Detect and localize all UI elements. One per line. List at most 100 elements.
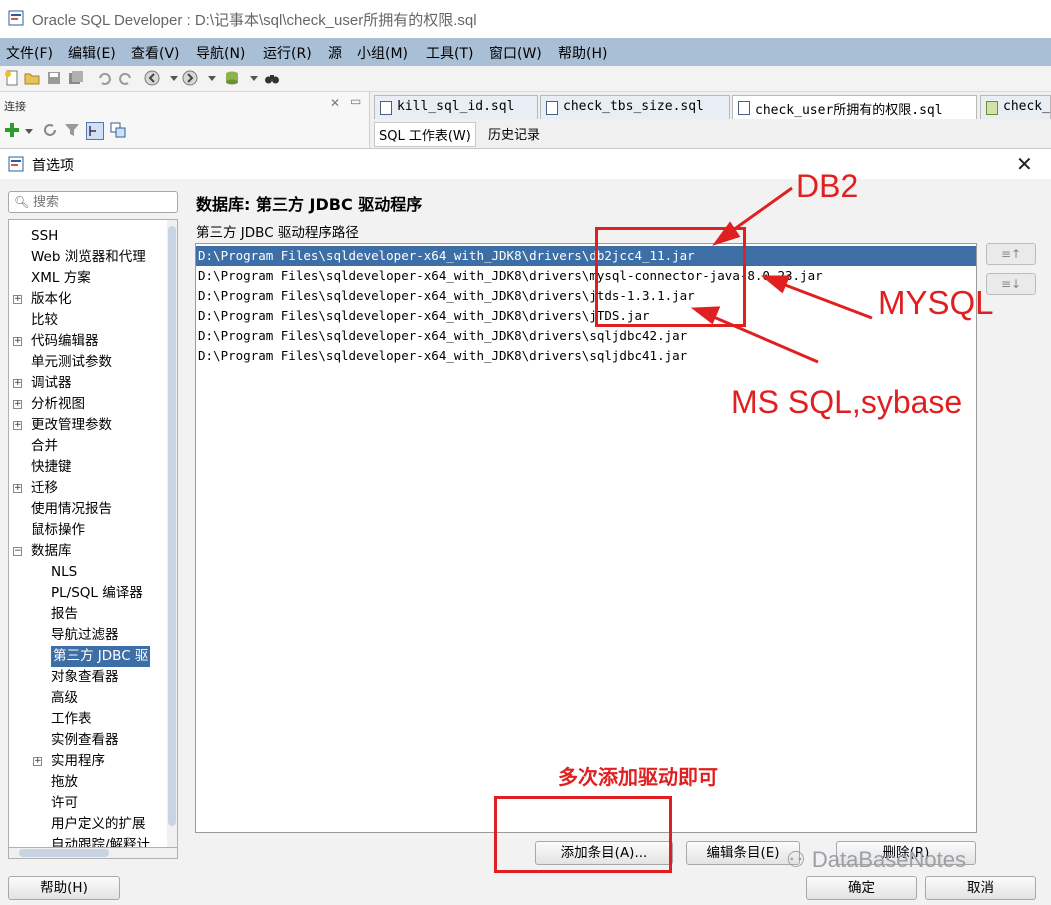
- help-button[interactable]: 帮助(H): [8, 876, 120, 900]
- driver-path-row[interactable]: D:\Program Files\sqldeveloper-x64_with_J…: [196, 286, 976, 306]
- menu-tools[interactable]: 工具(T): [426, 43, 473, 63]
- tree-item[interactable]: 工作表: [51, 709, 92, 730]
- ok-button[interactable]: 确定: [806, 876, 917, 900]
- highlight-box-add-button: [494, 796, 672, 873]
- tree-item[interactable]: 合并: [31, 436, 58, 457]
- expand-icon[interactable]: +: [13, 379, 22, 388]
- sql-developer-icon: [8, 10, 24, 26]
- expand-icon[interactable]: +: [13, 400, 22, 409]
- tree-item[interactable]: 实用程序: [51, 751, 105, 772]
- tree-item[interactable]: 代码编辑器: [31, 331, 99, 352]
- minimize-icon[interactable]: ✕: [330, 96, 340, 110]
- tree-item[interactable]: 用户定义的扩展: [51, 814, 146, 835]
- refresh-icon[interactable]: [42, 122, 58, 138]
- driver-path-row[interactable]: D:\Program Files\sqldeveloper-x64_with_J…: [196, 346, 976, 366]
- tree-item[interactable]: 导航过滤器: [51, 625, 119, 646]
- tree-item[interactable]: 更改管理参数: [31, 415, 112, 436]
- driver-path-list[interactable]: D:\Program Files\sqldeveloper-x64_with_J…: [195, 243, 977, 833]
- tree-item[interactable]: 高级: [51, 688, 78, 709]
- menu-window[interactable]: 窗口(W): [489, 43, 542, 63]
- tree-item[interactable]: 拖放: [51, 772, 78, 793]
- menu-edit[interactable]: 编辑(E): [68, 43, 116, 63]
- search-input[interactable]: [33, 194, 173, 210]
- binoculars-icon[interactable]: [264, 70, 280, 86]
- tree-item[interactable]: NLS: [51, 562, 77, 583]
- tree-horizontal-scrollbar[interactable]: [8, 847, 178, 859]
- collapse-icon[interactable]: −: [13, 547, 22, 556]
- tree-item[interactable]: 数据库: [31, 541, 72, 562]
- save-all-icon[interactable]: [68, 70, 84, 86]
- tree-item[interactable]: 调试器: [31, 373, 72, 394]
- tns-icon[interactable]: [110, 122, 126, 138]
- menu-source[interactable]: 源: [328, 43, 342, 63]
- forward-icon[interactable]: [182, 70, 198, 86]
- menu-view[interactable]: 查看(V): [131, 43, 180, 63]
- tree-item[interactable]: 快捷键: [31, 457, 72, 478]
- expand-icon[interactable]: +: [13, 295, 22, 304]
- tree-item[interactable]: 报告: [51, 604, 78, 625]
- menu-navigate[interactable]: 导航(N): [196, 43, 245, 63]
- preferences-search[interactable]: 🔍︎: [8, 191, 178, 213]
- dropdown-arrow-icon[interactable]: [204, 70, 220, 86]
- section-title: 数据库: 第三方 JDBC 驱动程序: [196, 195, 423, 214]
- edit-entry-button[interactable]: 编辑条目(E): [686, 841, 800, 865]
- dropdown-arrow-icon[interactable]: [24, 126, 34, 136]
- scrollbar-thumb[interactable]: [19, 849, 109, 857]
- tab-check-user-privileges[interactable]: check_user所拥有的权限.sql: [732, 95, 977, 119]
- sql-worksheet-icon[interactable]: [224, 70, 240, 86]
- annotation-mssql: MS SQL,sybase: [731, 384, 963, 420]
- filter-icon[interactable]: [64, 122, 80, 138]
- cancel-button[interactable]: 取消: [925, 876, 1036, 900]
- tree-item[interactable]: 使用情况报告: [31, 499, 112, 520]
- maximize-icon[interactable]: ▭: [350, 94, 361, 108]
- redo-icon[interactable]: [118, 70, 134, 86]
- add-connection-icon[interactable]: [4, 122, 20, 138]
- tree-item[interactable]: 版本化: [31, 289, 72, 310]
- tab-check-overflow[interactable]: check_: [980, 95, 1051, 119]
- expand-icon[interactable]: +: [33, 757, 42, 766]
- driver-path-row[interactable]: D:\Program Files\sqldeveloper-x64_with_J…: [196, 326, 976, 346]
- undo-icon[interactable]: [96, 70, 112, 86]
- open-folder-icon[interactable]: [24, 70, 40, 86]
- menu-file[interactable]: 文件(F): [6, 43, 53, 63]
- tree-item[interactable]: 鼠标操作: [31, 520, 85, 541]
- close-icon[interactable]: ✕: [1016, 152, 1033, 176]
- subtab-history[interactable]: 历史记录: [484, 122, 544, 145]
- dropdown-arrow-icon[interactable]: [166, 70, 182, 86]
- tree-item[interactable]: 第三方 JDBC 驱: [51, 646, 151, 667]
- dropdown-arrow-icon[interactable]: [246, 70, 262, 86]
- driver-path-row[interactable]: D:\Program Files\sqldeveloper-x64_with_J…: [196, 266, 976, 286]
- tab-kill-sql-id[interactable]: kill_sql_id.sql: [374, 95, 538, 119]
- expand-icon[interactable]: +: [13, 421, 22, 430]
- tree-item[interactable]: XML 方案: [31, 268, 91, 289]
- expand-icon[interactable]: +: [13, 484, 22, 493]
- save-icon[interactable]: [46, 70, 62, 86]
- expand-icon[interactable]: +: [13, 337, 22, 346]
- scrollbar-thumb[interactable]: [168, 226, 176, 826]
- tree-item[interactable]: SSH: [31, 226, 58, 247]
- tree-item[interactable]: 单元测试参数: [31, 352, 112, 373]
- menu-bar: 文件(F) 编辑(E) 查看(V) 导航(N) 运行(R) 源 小组(M) 工具…: [0, 38, 1051, 66]
- driver-path-row[interactable]: D:\Program Files\sqldeveloper-x64_with_J…: [196, 306, 976, 326]
- subtab-sql-worksheet[interactable]: SQL 工作表(W): [374, 122, 476, 147]
- tree-item[interactable]: 许可: [51, 793, 78, 814]
- tab-check-tbs-size[interactable]: check_tbs_size.sql: [540, 95, 730, 119]
- menu-help[interactable]: 帮助(H): [558, 43, 607, 63]
- menu-run[interactable]: 运行(R): [263, 43, 312, 63]
- tree-item[interactable]: Web 浏览器和代理: [31, 247, 146, 268]
- tree-scrollbar[interactable]: [167, 220, 177, 856]
- tree-item[interactable]: PL/SQL 编译器: [51, 583, 143, 604]
- tree-item[interactable]: 比较: [31, 310, 58, 331]
- menu-team[interactable]: 小组(M): [357, 43, 408, 63]
- tree-item[interactable]: 迁移: [31, 478, 58, 499]
- tree-item[interactable]: 对象查看器: [51, 667, 119, 688]
- tab-label: check_user所拥有的权限.sql: [755, 103, 943, 118]
- tree-item[interactable]: 分析视图: [31, 394, 85, 415]
- tree-item[interactable]: 实例查看器: [51, 730, 119, 751]
- driver-path-row[interactable]: D:\Program Files\sqldeveloper-x64_with_J…: [196, 246, 976, 266]
- schema-browser-icon[interactable]: [86, 122, 104, 140]
- dialog-title-bar: 首选项 ✕: [0, 149, 1051, 179]
- new-file-icon[interactable]: [4, 70, 20, 86]
- back-icon[interactable]: [144, 70, 160, 86]
- move-up-button[interactable]: ≡↑: [986, 243, 1036, 265]
